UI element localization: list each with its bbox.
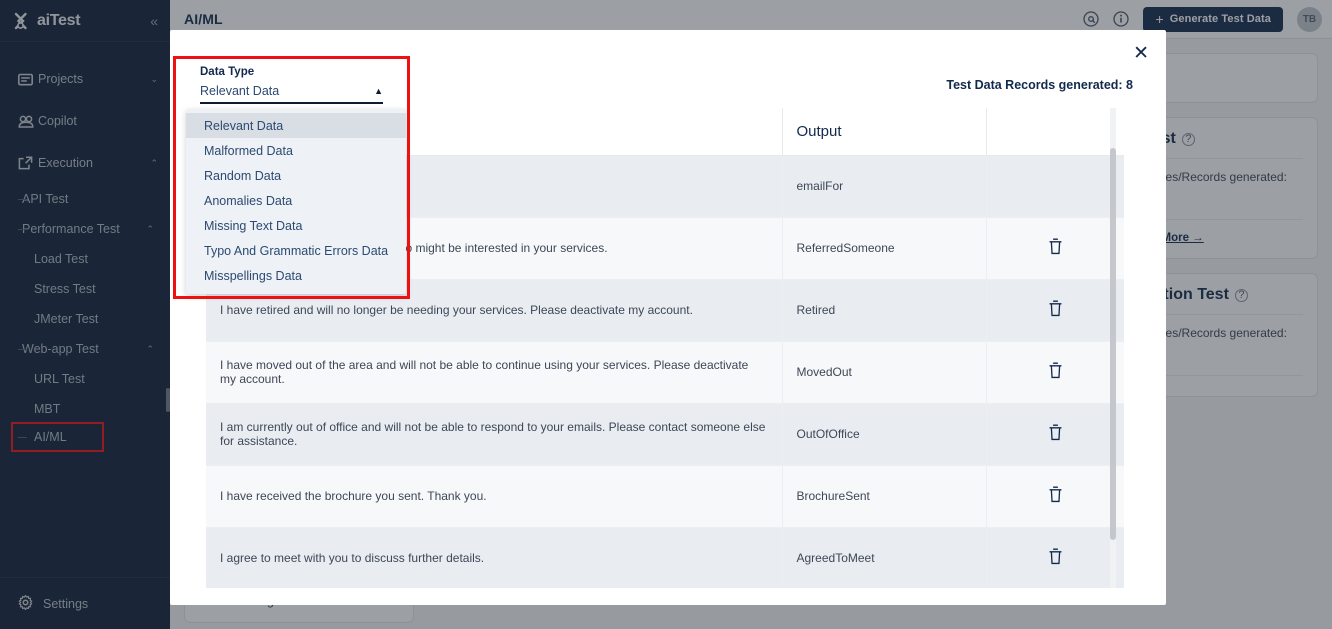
cell-actions — [986, 217, 1124, 280]
close-icon[interactable]: ✕ — [1133, 44, 1149, 63]
cell-actions — [986, 341, 1124, 404]
cell-actions — [986, 155, 1124, 218]
delete-row-icon[interactable] — [1048, 548, 1063, 568]
cell-output: emailFor — [782, 155, 987, 218]
cell-actions — [986, 527, 1124, 588]
delete-row-icon[interactable] — [1048, 486, 1063, 506]
table-scrollbar[interactable] — [1110, 148, 1116, 540]
cell-output: OutOfOffice — [782, 403, 987, 466]
cell-actions — [986, 279, 1124, 342]
data-type-select[interactable]: Relevant Data ▲ — [200, 84, 383, 104]
cell-output: ReferredSomeone — [782, 217, 987, 280]
delete-row-icon[interactable] — [1048, 300, 1063, 320]
column-header-output: Output — [782, 108, 987, 156]
delete-row-icon[interactable] — [1048, 238, 1063, 258]
cell-input: I am currently out of office and will no… — [206, 403, 783, 466]
table-row[interactable]: I agree to meet with you to discuss furt… — [206, 527, 1124, 588]
data-type-selected-value: Relevant Data — [200, 84, 280, 98]
dropdown-option-typo-and-grammatic-errors-data[interactable]: Typo And Grammatic Errors Data — [186, 238, 406, 263]
table-row[interactable]: I have received the brochure you sent. T… — [206, 465, 1124, 528]
delete-row-icon[interactable] — [1048, 424, 1063, 444]
table-row[interactable]: I am currently out of office and will no… — [206, 403, 1124, 466]
data-type-dropdown-list: Relevant Data Malformed Data Random Data… — [186, 109, 406, 294]
dropdown-option-missing-text-data[interactable]: Missing Text Data — [186, 213, 406, 238]
cell-output: Retired — [782, 279, 987, 342]
dropdown-option-misspellings-data[interactable]: Misspellings Data — [186, 263, 406, 288]
data-type-label: Data Type — [200, 66, 255, 78]
dropdown-option-relevant-data[interactable]: Relevant Data — [186, 113, 406, 138]
cell-output: MovedOut — [782, 341, 987, 404]
app-root: aiTest « Projects ⌄ Copilot Execution ⌃ … — [0, 0, 1332, 629]
data-type-field: Data Type Relevant Data ▲ — [200, 66, 383, 104]
cell-actions — [986, 403, 1124, 466]
caret-up-icon: ▲ — [374, 86, 383, 96]
records-generated-label: Test Data Records generated: 8 — [946, 78, 1133, 92]
cell-output: BrochureSent — [782, 465, 987, 528]
dropdown-option-anomalies-data[interactable]: Anomalies Data — [186, 188, 406, 213]
cell-input: I have received the brochure you sent. T… — [206, 465, 783, 528]
cell-input: I agree to meet with you to discuss furt… — [206, 527, 783, 588]
dropdown-option-malformed-data[interactable]: Malformed Data — [186, 138, 406, 163]
cell-actions — [986, 465, 1124, 528]
delete-row-icon[interactable] — [1048, 362, 1063, 382]
table-row[interactable]: I have moved out of the area and will no… — [206, 341, 1124, 404]
cell-input: I have moved out of the area and will no… — [206, 341, 783, 404]
column-header-actions — [986, 108, 1124, 156]
dropdown-option-random-data[interactable]: Random Data — [186, 163, 406, 188]
cell-output: AgreedToMeet — [782, 527, 987, 588]
